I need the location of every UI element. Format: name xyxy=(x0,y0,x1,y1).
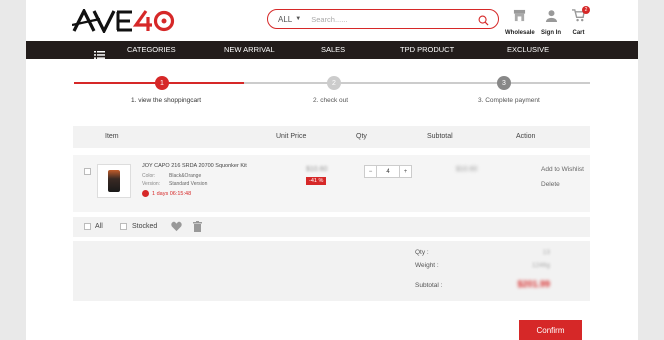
row-subtotal: $10.60 xyxy=(456,166,478,173)
stocked-checkbox[interactable] xyxy=(120,223,127,230)
qty-increment-button[interactable]: + xyxy=(400,166,411,177)
logo-image xyxy=(72,9,175,33)
cart-count-badge: 2 xyxy=(582,6,590,14)
nav-item-new-arrival[interactable]: NEW ARRIVAL xyxy=(224,45,275,54)
summary-qty-value: 13 xyxy=(542,249,550,256)
summary-weight-label: Weight : xyxy=(415,262,439,269)
table-row: JOY CAPO 216 SRDA 20700 Squonker Kit Col… xyxy=(73,155,590,212)
wholesale-label: Wholesale xyxy=(505,30,535,36)
clock-icon xyxy=(142,190,149,197)
product-image xyxy=(108,170,120,192)
countdown-timer: 1 days 06:15:48 xyxy=(142,190,191,197)
stocked-label: Stocked xyxy=(132,223,158,230)
header-subtotal: Subtotal xyxy=(427,133,453,140)
select-all-label: All xyxy=(95,223,103,230)
cart-select-bar: All Stocked xyxy=(73,217,590,237)
step-1-circle: 1 xyxy=(155,76,169,90)
heart-icon[interactable] xyxy=(171,221,182,234)
version-value: Standard Version xyxy=(169,181,208,187)
header-item: Item xyxy=(105,133,119,140)
cart-table-header: Item Unit Price Qty Subtotal Action xyxy=(73,126,590,148)
step-track-line xyxy=(244,82,590,84)
cart-link[interactable]: 2 Cart xyxy=(572,6,590,36)
cart-label: Cart xyxy=(572,30,585,36)
user-icon xyxy=(545,9,558,27)
search-scope-select[interactable]: ALL ▼ xyxy=(268,15,301,24)
summary-subtotal-value: $201.99 xyxy=(517,279,550,289)
step-3-label: 3. Complete payment xyxy=(478,97,540,104)
menu-icon[interactable] xyxy=(94,46,105,64)
qty-decrement-button[interactable]: − xyxy=(365,166,376,177)
discount-badge: -41 % xyxy=(306,177,327,185)
product-thumbnail[interactable] xyxy=(97,164,131,198)
checkout-steps: 1 2 3 1. view the shoppingcart 2. check … xyxy=(74,76,590,116)
search-scope-label: ALL xyxy=(278,14,293,24)
logo[interactable] xyxy=(72,8,176,34)
signin-link[interactable]: Sign In xyxy=(541,9,561,36)
add-to-wishlist-link[interactable]: Add to Wishlist xyxy=(541,166,584,173)
search-bar: ALL ▼ xyxy=(267,9,499,29)
cart-icon: 2 xyxy=(572,6,590,27)
page: ALL ▼ Wholesale Sign In 2 Cart CATEGORIE… xyxy=(26,0,638,340)
step-3-circle: 3 xyxy=(497,76,511,90)
delete-link[interactable]: Delete xyxy=(541,181,560,188)
wholesale-link[interactable]: Wholesale xyxy=(505,9,535,36)
nav-item-categories[interactable]: CATEGORIES xyxy=(127,45,176,54)
search-input[interactable] xyxy=(311,14,452,24)
step-2-label: 2. check out xyxy=(313,97,349,104)
product-name[interactable]: JOY CAPO 216 SRDA 20700 Squonker Kit xyxy=(142,163,247,169)
item-checkbox[interactable] xyxy=(84,168,91,175)
product-color: Color: Black&Orange xyxy=(142,173,201,179)
header-unit-price: Unit Price xyxy=(276,133,307,140)
store-icon xyxy=(513,9,526,27)
color-label: Color: xyxy=(142,173,156,179)
unit-price: $10.60 xyxy=(306,166,328,173)
summary-subtotal-label: Subtotal : xyxy=(415,282,443,289)
step-1-label: 1. view the shoppingcart xyxy=(131,97,202,104)
select-all-checkbox[interactable] xyxy=(84,223,91,230)
summary-weight-value: 1246g xyxy=(531,262,550,269)
step-2-circle: 2 xyxy=(327,76,341,90)
header-action: Action xyxy=(516,133,536,140)
main-nav: CATEGORIES NEW ARRIVAL SALES TPD PRODUCT… xyxy=(26,41,638,59)
search-icon[interactable] xyxy=(478,13,489,31)
order-summary: Qty : 13 Weight : 1246g Subtotal : $201.… xyxy=(73,241,590,301)
timer-text: 1 days 06:15:48 xyxy=(152,190,192,197)
version-label: Version: xyxy=(142,181,161,187)
qty-input[interactable]: 4 xyxy=(376,166,400,177)
product-version: Version: Standard Version xyxy=(142,181,207,187)
quantity-stepper: − 4 + xyxy=(364,165,412,178)
header-qty: Qty xyxy=(356,133,367,140)
color-value: Black&Orange xyxy=(169,173,202,179)
nav-item-exclusive[interactable]: EXCLUSIVE xyxy=(507,45,549,54)
summary-qty-label: Qty : xyxy=(415,249,429,256)
signin-label: Sign In xyxy=(541,30,561,36)
confirm-button[interactable]: Confirm xyxy=(519,320,582,340)
nav-item-tpd-product[interactable]: TPD PRODUCT xyxy=(400,45,454,54)
caret-down-icon: ▼ xyxy=(295,16,302,22)
nav-item-sales[interactable]: SALES xyxy=(321,45,345,54)
trash-icon[interactable] xyxy=(193,221,202,234)
